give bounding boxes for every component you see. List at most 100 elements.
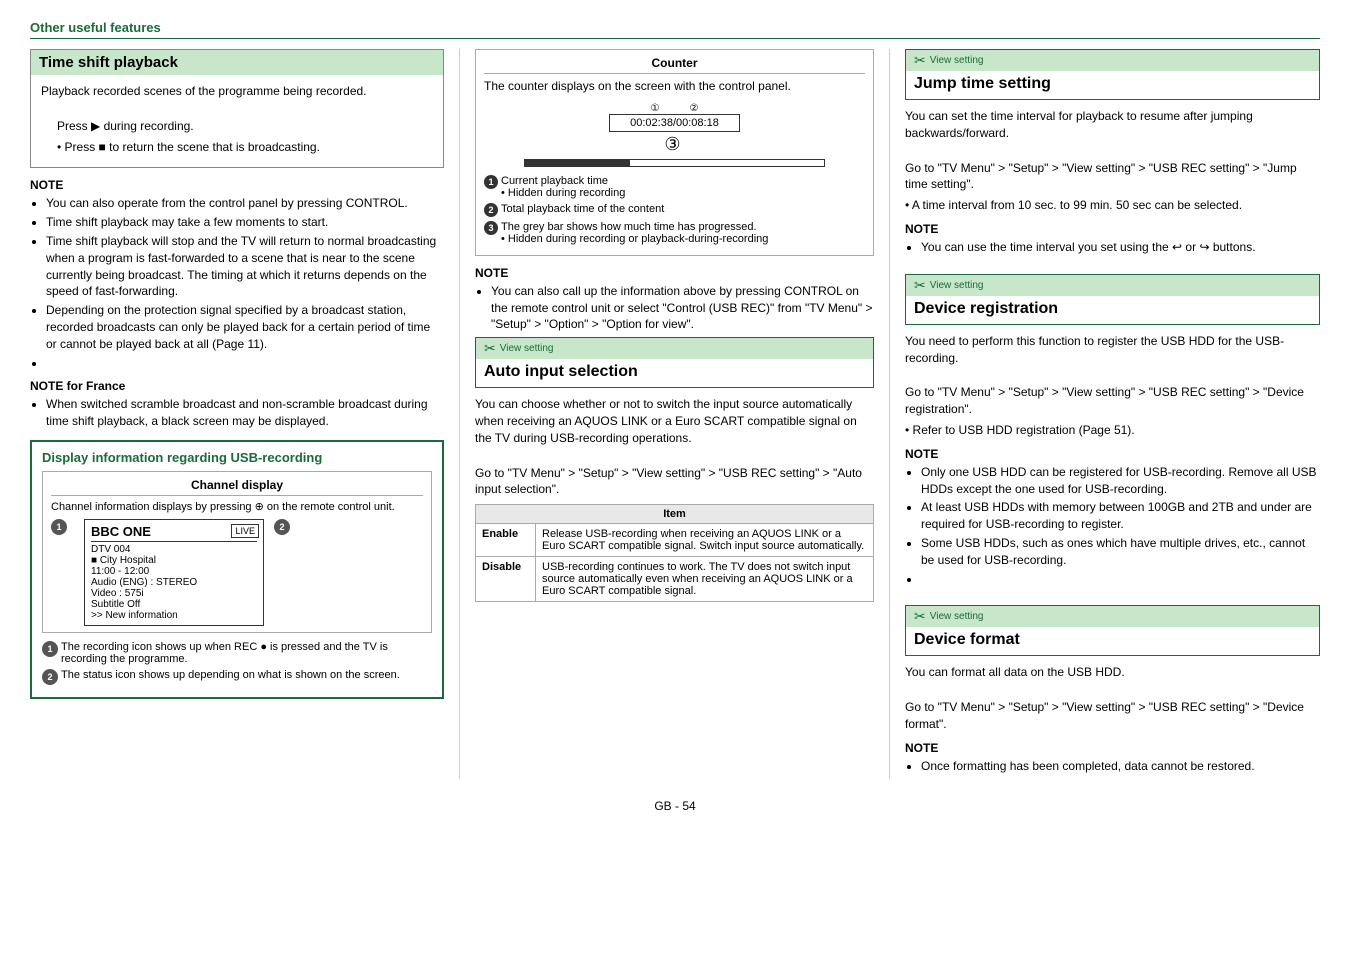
note-france-item-1: When switched scramble broadcast and non…: [46, 396, 444, 430]
time-slot: 11:00 - 12:00: [91, 566, 257, 577]
footer-text: GB - 54: [654, 799, 695, 813]
channel-display-desc: Channel information displays by pressing…: [51, 500, 423, 513]
ann-num-1: 1: [42, 641, 58, 657]
counter-ann-num-1: 1: [484, 175, 498, 189]
auto-input-table: Item Enable Release USB-recording when r…: [475, 504, 874, 602]
table-row-disable: Disable USB-recording continues to work.…: [476, 557, 874, 602]
jump-time-desc: You can set the time interval for playba…: [905, 108, 1320, 142]
auto-input-instruction: Go to "TV Menu" > "Setup" > "View settin…: [475, 465, 874, 499]
device-format-banner: ✂ View setting Device format: [905, 605, 1320, 656]
counter-note-1: You can also call up the information abo…: [491, 283, 874, 333]
note-item-2: Time shift playback may take a few momen…: [46, 214, 444, 231]
device-reg-banner: ✂ View setting Device registration: [905, 274, 1320, 325]
jump-time-note-title: NOTE: [905, 222, 1320, 236]
device-reg-instruction: Go to "TV Menu" > "Setup" > "View settin…: [905, 384, 1320, 418]
device-reg-note-title: NOTE: [905, 447, 1320, 461]
jump-time-icon: ✂: [914, 52, 926, 69]
counter-ann-text-1: Current playback time: [501, 175, 625, 187]
ch-num-1: 1: [51, 519, 67, 535]
table-header: Item: [476, 505, 874, 524]
display-info-box: Display information regarding USB-record…: [30, 440, 444, 699]
auto-input-top: ✂ View setting: [476, 338, 873, 359]
video: Video : 575i: [91, 588, 257, 599]
auto-input-desc: You can choose whether or not to switch …: [475, 396, 874, 446]
device-reg-note-3: Some USB HDDs, such as ones which have m…: [921, 535, 1320, 569]
new-info: >> New information: [91, 610, 257, 621]
page-footer: GB - 54: [30, 799, 1320, 813]
device-format-note-1: Once formatting has been completed, data…: [921, 758, 1320, 775]
device-reg-instruction-2: • Refer to USB HDD registration (Page 51…: [905, 422, 1320, 439]
counter-nums: ① ②: [484, 103, 865, 114]
device-format-instruction: Go to "TV Menu" > "Setup" > "View settin…: [905, 699, 1320, 733]
auto-input-icon: ✂: [484, 340, 496, 357]
device-format-icon: ✂: [914, 608, 926, 625]
device-reg-icon: ✂: [914, 277, 926, 294]
annotation-1: 1 The recording icon shows up when REC ●…: [42, 641, 432, 665]
note-title-1: NOTE: [30, 178, 444, 192]
jump-time-top: ✂ View setting: [906, 50, 1319, 71]
counter-ann-2: 2 Total playback time of the content: [484, 203, 865, 217]
counter-arrow: ③: [664, 134, 680, 154]
counter-desc: The counter displays on the screen with …: [484, 78, 865, 95]
note-item-3: Time shift playback will stop and the TV…: [46, 233, 444, 300]
counter-time-bar: 00:02:38/00:08:18: [609, 114, 740, 132]
note-item-5: [46, 355, 444, 372]
enable-desc: Release USB-recording when receiving an …: [536, 524, 874, 557]
note-item-4: Depending on the protection signal speci…: [46, 302, 444, 352]
audio: Audio (ENG) : STEREO: [91, 577, 257, 588]
counter-ann-num-2: 2: [484, 203, 498, 217]
device-reg-note-1: Only one USB HDD can be registered for U…: [921, 464, 1320, 498]
jump-time-instruction: Go to "TV Menu" > "Setup" > "View settin…: [905, 160, 1320, 194]
progress-bar: [524, 159, 825, 167]
device-reg-desc: You need to perform this function to reg…: [905, 333, 1320, 367]
middle-column: Counter The counter displays on the scre…: [460, 49, 890, 779]
timeshift-desc: Playback recorded scenes of the programm…: [41, 83, 433, 100]
counter-ann-sub-3: • Hidden during recording or playback-du…: [501, 233, 768, 245]
device-reg-title: Device registration: [906, 296, 1319, 324]
counter-title: Counter: [484, 56, 865, 74]
live-badge: LIVE: [231, 524, 259, 538]
table-row-enable: Enable Release USB-recording when receiv…: [476, 524, 874, 557]
counter-ann-text-2: Total playback time of the content: [501, 203, 664, 215]
device-reg-notes: Only one USB HDD can be registered for U…: [905, 464, 1320, 588]
counter-display: ① ② 00:02:38/00:08:18 ③: [484, 103, 865, 167]
ann-text-2: The status icon shows up depending on wh…: [61, 669, 400, 681]
counter-num-2: ②: [690, 103, 699, 114]
timeshift-press2: • Press ■ to return the scene that is br…: [57, 139, 433, 156]
right-column: ✂ View setting Jump time setting You can…: [890, 49, 1320, 779]
channel-screen: BBC ONE LIVE DTV 004 ■ City Hospital 11:…: [84, 519, 264, 626]
ann-num-2: 2: [42, 669, 58, 685]
device-reg-note-2: At least USB HDDs with memory between 10…: [921, 499, 1320, 533]
device-format-view-label: View setting: [930, 611, 984, 622]
counter-time: 00:02:38/00:08:18: [630, 117, 719, 129]
jump-time-banner: ✂ View setting Jump time setting: [905, 49, 1320, 100]
display-info-title: Display information regarding USB-record…: [42, 450, 432, 465]
ann-text-1: The recording icon shows up when REC ● i…: [61, 641, 432, 665]
counter-annotations: 1 Current playback time • Hidden during …: [484, 175, 865, 245]
timeshift-notes: You can also operate from the control pa…: [30, 195, 444, 371]
channel-display-box: Channel display Channel information disp…: [42, 471, 432, 633]
device-reg-top: ✂ View setting: [906, 275, 1319, 296]
note-item-1: You can also operate from the control pa…: [46, 195, 444, 212]
progress-bar-fill: [525, 160, 630, 166]
dtv-num: DTV 004: [91, 544, 257, 555]
device-format-top: ✂ View setting: [906, 606, 1319, 627]
counter-ann-num-3: 3: [484, 221, 498, 235]
counter-note-title: NOTE: [475, 266, 874, 280]
note-france-title: NOTE for France: [30, 379, 444, 393]
counter-num-1: ①: [651, 103, 660, 114]
auto-input-banner: ✂ View setting Auto input selection: [475, 337, 874, 388]
auto-input-view-label: View setting: [500, 343, 554, 354]
device-reg-view-label: View setting: [930, 280, 984, 291]
device-format-title: Device format: [906, 627, 1319, 655]
disable-label: Disable: [476, 557, 536, 602]
counter-box: Counter The counter displays on the scre…: [475, 49, 874, 256]
timeshift-title: Time shift playback: [31, 50, 443, 75]
counter-ann-text-3: The grey bar shows how much time has pro…: [501, 221, 768, 233]
left-column: Time shift playback Playback recorded sc…: [30, 49, 460, 779]
subtitle: Subtitle Off: [91, 599, 257, 610]
city-hospital: ■ City Hospital: [91, 555, 257, 566]
section-header: Other useful features: [30, 20, 1320, 39]
timeshift-press1: Press ▶ during recording.: [57, 118, 433, 135]
counter-ann-1: 1 Current playback time • Hidden during …: [484, 175, 865, 199]
